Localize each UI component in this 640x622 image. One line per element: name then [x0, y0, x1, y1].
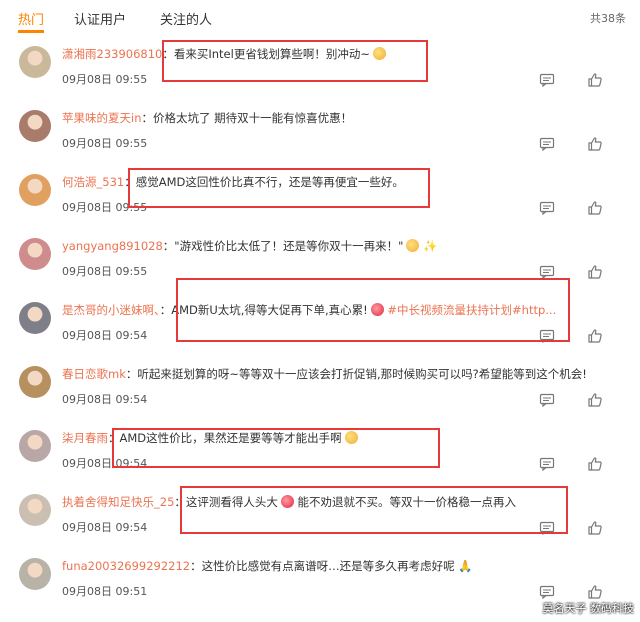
thumbs-up-icon[interactable]	[587, 520, 603, 536]
username-link[interactable]: 何浩源_531	[62, 175, 124, 189]
comment-line: 何浩源_531：感觉AMD这回性价比真不行，还是等再便宜一些好。	[62, 175, 404, 189]
thumbs-up-icon[interactable]	[587, 392, 603, 408]
username-link[interactable]: 执着舍得知足快乐_25	[62, 495, 174, 509]
angry-face-icon	[370, 303, 384, 316]
avatar[interactable]	[19, 46, 51, 78]
topic-link[interactable]: #中长视频流量扶持计划#http...	[387, 303, 556, 317]
comment-item: 柒月春雨：AMD这性价比，果然还是要等等才能出手啊 09月08日 09:54	[0, 424, 640, 488]
extra-emoji: ✨	[423, 239, 438, 253]
comment-text: AMD新U太坑,得等大促再下单,真心累!	[171, 303, 368, 317]
tab-hot[interactable]: 热门	[18, 9, 44, 28]
avatar[interactable]	[19, 110, 51, 142]
avatar[interactable]	[19, 174, 51, 206]
comment-reply-icon[interactable]	[539, 328, 555, 344]
comment-item: 潇湘雨233906810：看来买Intel更省钱划算些啊！别冲动~ 09月08日…	[0, 40, 640, 104]
comment-time: 09月08日 09:55	[62, 73, 148, 86]
comment-count: 共38条	[590, 12, 626, 25]
comment-time: 09月08日 09:54	[62, 521, 148, 534]
thumbs-up-icon[interactable]	[587, 328, 603, 344]
comment-item: 苹果味的夏天in：价格太坑了 期待双十一能有惊喜优惠！ 09月08日 09:55	[0, 104, 640, 168]
comment-line: 潇湘雨233906810：看来买Intel更省钱划算些啊！别冲动~	[62, 46, 386, 62]
comment-item: 何浩源_531：感觉AMD这回性价比真不行，还是等再便宜一些好。 09月08日 …	[0, 168, 640, 232]
avatar[interactable]	[19, 430, 51, 462]
comment-text: 价格太坑了 期待双十一能有惊喜优惠！	[152, 111, 353, 125]
comment-line: 柒月春雨：AMD这性价比，果然还是要等等才能出手啊	[62, 430, 358, 446]
watermark: 莫名天子 数码科技	[542, 602, 635, 615]
comment-reply-icon[interactable]	[539, 456, 555, 472]
comment-reply-icon[interactable]	[539, 520, 555, 536]
avatar[interactable]	[19, 238, 51, 270]
grin-face-icon	[372, 47, 386, 60]
comment-reply-icon[interactable]	[539, 264, 555, 280]
comment-text: 这性价比感觉有点离谱呀…还是等多久再考虑好呢	[201, 559, 455, 573]
username-link[interactable]: 苹果味的夏天in	[62, 111, 141, 125]
avatar[interactable]	[19, 558, 51, 590]
comment-time: 09月08日 09:51	[62, 585, 148, 598]
thumbs-up-icon[interactable]	[587, 584, 603, 600]
comment-time: 09月08日 09:54	[62, 457, 148, 470]
avatar[interactable]	[19, 494, 51, 526]
angry-face-icon	[280, 495, 294, 508]
comment-text: AMD这性价比，果然还是要等等才能出手啊	[119, 431, 342, 445]
comment-item: 是杰哥的小迷妹啊、：AMD新U太坑,得等大促再下单,真心累! #中长视频流量扶持…	[0, 296, 640, 360]
comment-line: 春日恋歌mk：听起来挺划算的呀~等等双十一应该会打折促销,那时候购买可以吗?希望…	[62, 367, 587, 381]
username-link[interactable]: yangyang891028	[62, 239, 163, 253]
username-link[interactable]: 潇湘雨233906810	[62, 47, 162, 61]
comment-time: 09月08日 09:55	[62, 201, 148, 214]
comment-item: 春日恋歌mk：听起来挺划算的呀~等等双十一应该会打折促销,那时候购买可以吗?希望…	[0, 360, 640, 424]
username-link[interactable]: 柒月春雨	[62, 431, 108, 445]
comment-tabs: 热门 认证用户 关注的人 共38条	[0, 0, 640, 36]
comment-time: 09月08日 09:55	[62, 137, 148, 150]
grin-face-icon	[406, 239, 420, 252]
comment-reply-icon[interactable]	[539, 392, 555, 408]
avatar[interactable]	[19, 366, 51, 398]
thumbs-up-icon[interactable]	[587, 456, 603, 472]
thumbs-up-icon[interactable]	[587, 136, 603, 152]
comment-reply-icon[interactable]	[539, 584, 555, 600]
username-link[interactable]: 春日恋歌mk	[62, 367, 126, 381]
avatar[interactable]	[19, 302, 51, 334]
active-tab-indicator	[18, 30, 44, 33]
username-link[interactable]: 是杰哥的小迷妹啊、	[62, 303, 160, 317]
comment-text: 这评测看得人头大	[185, 495, 278, 509]
comment-item: 执着舍得知足快乐_25：这评测看得人头大 能不劝退就不买。等双十一价格稳一点再入…	[0, 488, 640, 552]
extra-emoji: 🙏	[458, 559, 473, 573]
comment-text: 听起来挺划算的呀~等等双十一应该会打折促销,那时候购买可以吗?希望能等到这个机会…	[137, 367, 587, 381]
comment-line: funa20032699292212：这性价比感觉有点离谱呀…还是等多久再考虑好…	[62, 559, 473, 573]
comment-time: 09月08日 09:54	[62, 329, 148, 342]
comment-text: 看来买Intel更省钱划算些啊！别冲动~	[173, 47, 370, 61]
thumbs-up-icon[interactable]	[587, 72, 603, 88]
comment-reply-icon[interactable]	[539, 72, 555, 88]
comment-time: 09月08日 09:54	[62, 393, 148, 406]
comment-line: yangyang891028："游戏性价比太低了！还是等你双十一再来！" ✨	[62, 239, 438, 253]
comment-text: "游戏性价比太低了！还是等你双十一再来！"	[174, 239, 404, 253]
comment-line: 执着舍得知足快乐_25：这评测看得人头大 能不劝退就不买。等双十一价格稳一点再入	[62, 495, 517, 509]
username-link[interactable]: funa20032699292212	[62, 559, 190, 573]
comment-text-cont: 能不劝退就不买。等双十一价格稳一点再入	[297, 495, 517, 509]
thumbs-up-icon[interactable]	[587, 200, 603, 216]
grin-face-icon	[344, 431, 358, 444]
tab-following[interactable]: 关注的人	[160, 9, 212, 28]
comment-reply-icon[interactable]	[539, 200, 555, 216]
comment-line: 苹果味的夏天in：价格太坑了 期待双十一能有惊喜优惠！	[62, 111, 353, 125]
thumbs-up-icon[interactable]	[587, 264, 603, 280]
comment-item: yangyang891028："游戏性价比太低了！还是等你双十一再来！" ✨ 0…	[0, 232, 640, 296]
comment-reply-icon[interactable]	[539, 136, 555, 152]
comment-time: 09月08日 09:55	[62, 265, 148, 278]
comment-text: 感觉AMD这回性价比真不行，还是等再便宜一些好。	[135, 175, 404, 189]
tab-verified-users[interactable]: 认证用户	[74, 9, 126, 28]
comment-line: 是杰哥的小迷妹啊、：AMD新U太坑,得等大促再下单,真心累! #中长视频流量扶持…	[62, 303, 557, 317]
